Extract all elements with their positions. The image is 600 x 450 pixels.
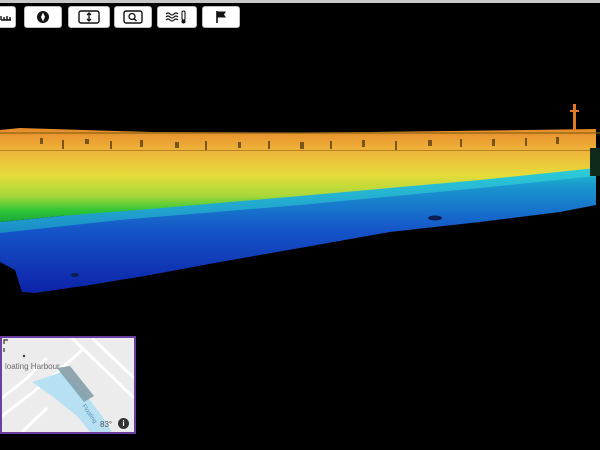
point-cloud-viewer[interactable]: Floating loating Harbour 83° i bbox=[0, 0, 600, 450]
info-icon[interactable]: i bbox=[118, 418, 129, 429]
minimap-canvas: Floating bbox=[2, 338, 134, 432]
mast bbox=[570, 104, 579, 130]
minimap-place-label: loating Harbour bbox=[5, 362, 60, 371]
wall-end bbox=[590, 148, 600, 176]
minimap[interactable]: Floating loating Harbour 83° i bbox=[0, 336, 136, 434]
seabed-object bbox=[428, 215, 442, 221]
seabed-object bbox=[71, 273, 79, 277]
minimap-heading: 83° bbox=[100, 420, 113, 429]
